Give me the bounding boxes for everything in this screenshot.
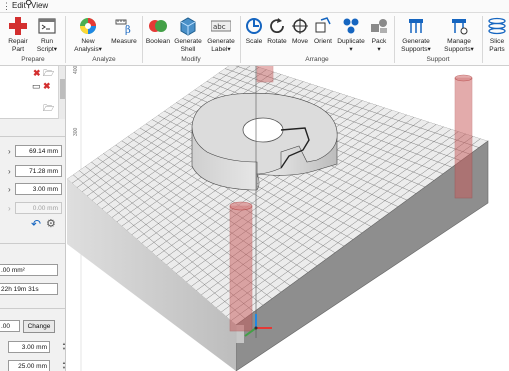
open-folder-icon[interactable]: 🗁 <box>43 69 54 78</box>
measure-button[interactable]: β Measure <box>109 16 139 46</box>
menu-bar: ⋮ Edit ⚲ View <box>0 0 509 13</box>
size-y-field[interactable]: 71.28 mm <box>15 165 62 177</box>
pack-button[interactable]: Pack ▾ <box>368 16 390 54</box>
size-y-row: › 71.28 mm <box>0 165 65 179</box>
move-button[interactable]: Move <box>289 16 311 46</box>
ribbon-separator <box>394 16 395 63</box>
folder-icon[interactable]: 🗁 <box>43 104 54 113</box>
slice-parts-icon <box>488 17 506 35</box>
rotate-button[interactable]: Rotate <box>266 16 288 46</box>
duplicate-button[interactable]: Duplicate ▾ <box>336 16 366 54</box>
ribbon-separator <box>142 16 143 63</box>
pack-icon <box>371 19 387 33</box>
ring-hole <box>242 117 284 143</box>
group-prepare: Prepare <box>21 56 45 63</box>
chevron-right-icon: › <box>8 147 11 156</box>
manage-supports-button[interactable]: Manage Supports▾ <box>442 16 476 54</box>
ribbon-separator <box>240 16 241 63</box>
orient-button[interactable]: Orient <box>312 16 334 46</box>
build-scene[interactable]: 400 300 200 <box>67 66 509 371</box>
repair-part-button[interactable]: Repair Part <box>5 16 31 54</box>
generate-label-button[interactable]: abc Generate Label▾ <box>205 16 237 54</box>
label-abc-icon: abc <box>211 20 231 32</box>
generate-supports-button[interactable]: Generate Supports▾ <box>398 16 434 54</box>
support-column <box>454 77 473 199</box>
build-time-value: 22h 19m 31s <box>0 283 58 295</box>
size-x-row: › 69.14 mm <box>0 145 65 159</box>
generate-supports-icon <box>409 19 423 33</box>
ruler-tick: 300 <box>73 127 79 136</box>
remove-icon[interactable]: ✖ <box>43 82 51 91</box>
menu-grip-icon: ⋮ <box>2 1 11 11</box>
stepper-arrows[interactable]: ▲ ▼ <box>62 341 65 353</box>
divider <box>0 136 65 137</box>
group-support: Support <box>426 56 450 63</box>
size-z-field[interactable]: 3.00 mm <box>15 183 62 195</box>
group-analyze: Analyze <box>92 56 116 63</box>
script-terminal-icon <box>38 18 56 34</box>
scale-button[interactable]: Scale <box>243 16 265 46</box>
shell-cube-icon <box>180 17 196 36</box>
left-panel: ✖ 🗁 ▭ ✖ 🗁 › 69.14 mm › 71.28 mm › 3.00 m… <box>0 66 66 371</box>
menu-view[interactable]: View <box>31 1 48 10</box>
scrollbar-thumb[interactable] <box>60 79 65 99</box>
undo-icon[interactable]: ↶ <box>31 218 41 230</box>
run-script-button[interactable]: Run Script▾ <box>35 16 59 54</box>
manage-supports-icon <box>452 19 468 35</box>
divider <box>0 308 65 309</box>
area-value: .00 mm² <box>0 264 58 276</box>
orient-icon <box>315 17 331 33</box>
offset-row: › 0.00 mm <box>0 202 65 216</box>
slice-parts-button[interactable]: Slice Parts <box>485 16 509 54</box>
divider <box>0 243 65 244</box>
svg-text:abc: abc <box>213 23 226 31</box>
move-icon <box>292 18 308 34</box>
gear-icon[interactable]: ⚙ <box>46 219 56 230</box>
chevron-right-icon: › <box>8 204 11 213</box>
size-x-field[interactable]: 69.14 mm <box>15 145 62 157</box>
delete-icon[interactable]: ✖ <box>33 69 41 78</box>
offset-field: 0.00 mm <box>15 202 62 214</box>
change-button[interactable]: Change <box>23 320 55 333</box>
spin-value-2[interactable]: 25.00 mm <box>8 360 50 371</box>
ribbon-separator <box>482 16 483 63</box>
repair-plus-icon <box>9 17 27 35</box>
ribbon-separator <box>65 16 66 63</box>
value-input[interactable]: .00 <box>0 320 20 332</box>
ruler-beta-icon: β <box>115 19 131 36</box>
size-z-row: › 3.00 mm <box>0 183 65 197</box>
spin-value-1[interactable]: 3.00 mm <box>8 341 50 353</box>
support-column <box>229 205 253 332</box>
stepper-arrows[interactable]: ▲ ▼ <box>62 360 65 371</box>
parts-list-pane: ✖ 🗁 ▭ ✖ 🗁 <box>0 66 65 119</box>
chevron-right-icon: › <box>8 167 11 176</box>
support-column <box>256 66 274 83</box>
chevron-right-icon: › <box>8 185 11 194</box>
frame-icon[interactable]: ▭ <box>32 82 41 91</box>
rotate-icon <box>270 18 284 34</box>
scale-icon <box>246 18 262 34</box>
new-analysis-button[interactable]: New Analysis▾ <box>73 16 103 54</box>
ruler-tick: 400 <box>73 66 79 74</box>
generate-shell-button[interactable]: Generate Shell <box>173 16 203 54</box>
parts-list-scrollbar[interactable] <box>58 66 65 119</box>
group-arrange: Arrange <box>305 56 329 63</box>
analysis-wheel-icon <box>80 18 96 34</box>
ribbon-toolbar: Repair Part Run Script▾ Prepare New Anal… <box>0 13 509 66</box>
duplicate-icon <box>343 18 359 34</box>
boolean-circles-icon <box>149 20 167 32</box>
boolean-button[interactable]: Boolean <box>145 16 171 46</box>
3d-viewport[interactable]: 400 300 200 <box>67 66 509 371</box>
group-modify: Modify <box>181 56 201 63</box>
svg-text:β: β <box>125 25 131 36</box>
menu-edit[interactable]: Edit <box>12 1 26 10</box>
